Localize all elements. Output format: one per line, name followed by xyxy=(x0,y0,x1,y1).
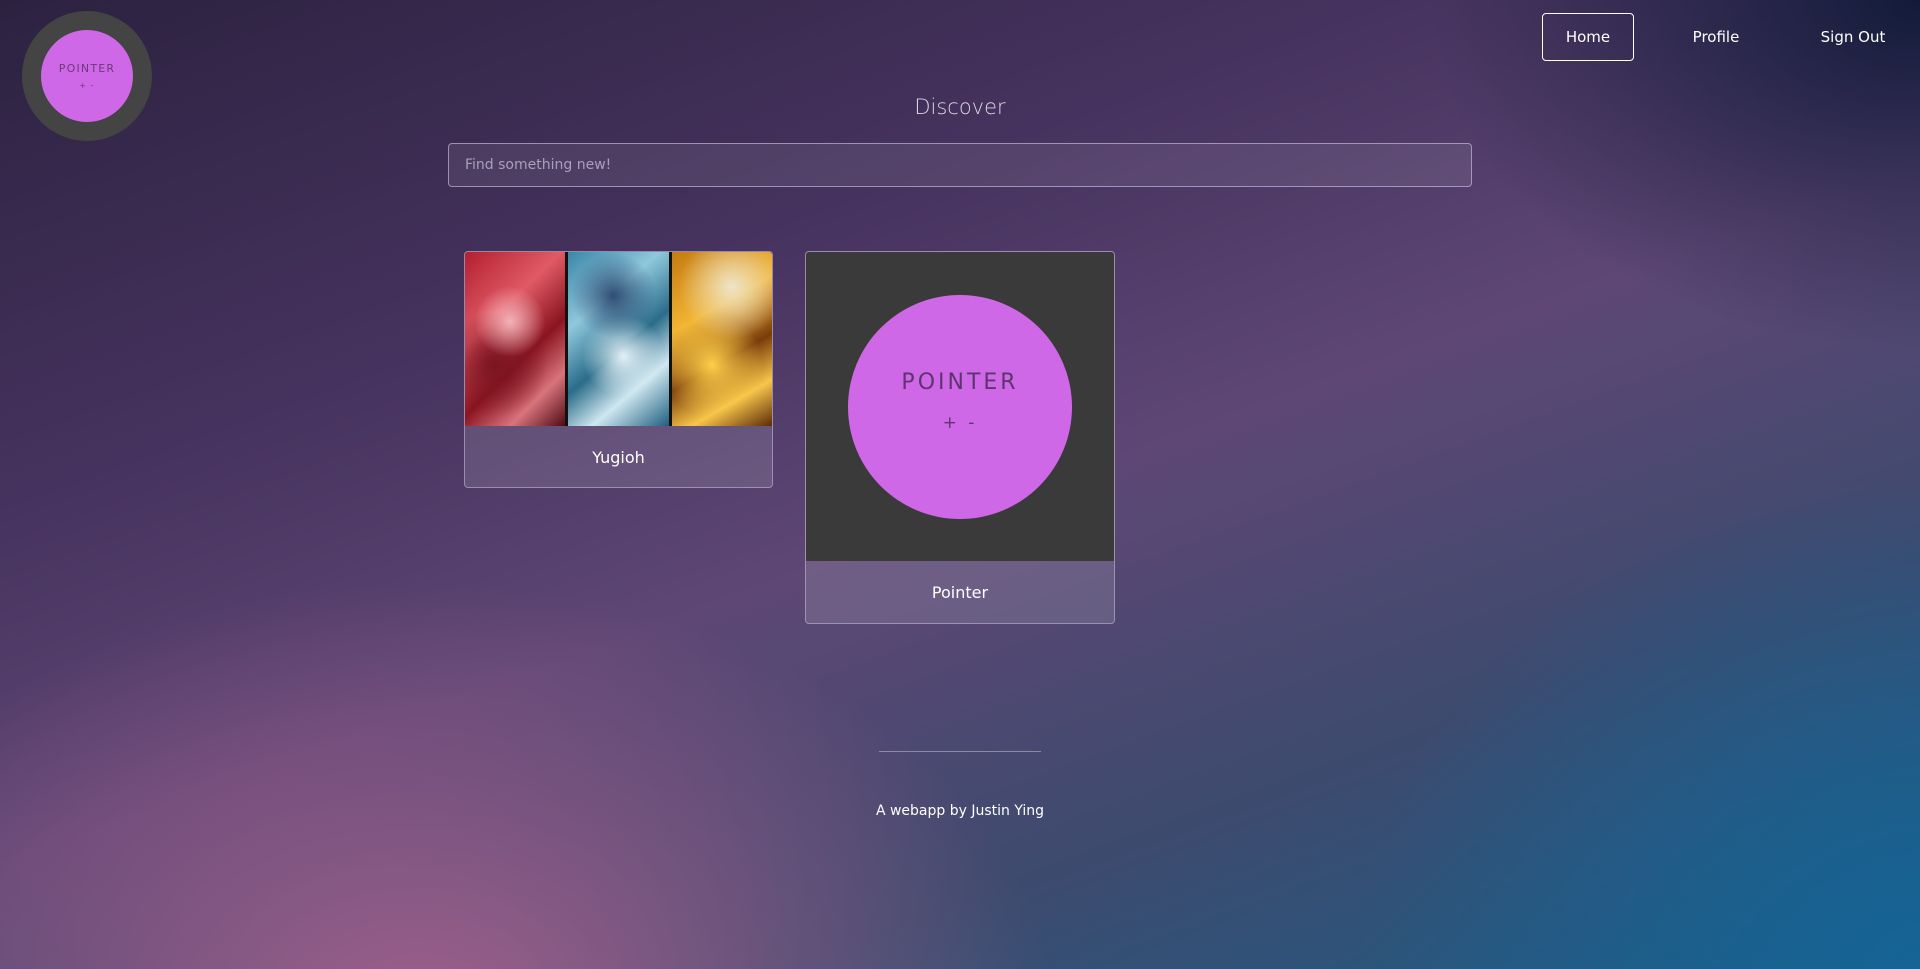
pointer-logo-symbols: + - xyxy=(942,413,978,433)
card-pointer[interactable]: POINTER + - Pointer xyxy=(805,251,1115,624)
logo-word: POINTER xyxy=(58,62,116,75)
footer-divider xyxy=(879,751,1041,752)
yugioh-image-panel-gold xyxy=(671,252,772,426)
pointer-logo-circle: POINTER + - xyxy=(848,294,1072,519)
card-label-pointer: Pointer xyxy=(931,582,989,602)
footer-credit: A webapp by Justin Ying xyxy=(875,803,1045,819)
card-label-yugioh: Yugioh xyxy=(592,447,645,467)
page-title: Discover xyxy=(914,95,1006,119)
card-yugioh[interactable]: Yugioh xyxy=(464,251,773,488)
nav-sign-out-link[interactable]: Sign Out xyxy=(1798,13,1908,61)
yugioh-image-panel-red xyxy=(465,252,569,426)
yugioh-image-panel-blue xyxy=(568,252,672,426)
top-nav: Home Profile Sign Out xyxy=(1542,13,1908,61)
logo-symbols: + - xyxy=(79,81,95,90)
nav-profile-link[interactable]: Profile xyxy=(1634,13,1798,61)
yugioh-card-image xyxy=(465,252,772,426)
pointer-logo-word: POINTER xyxy=(901,370,1019,395)
nav-home-button[interactable]: Home xyxy=(1542,13,1634,61)
pointer-card-image: POINTER + - xyxy=(806,252,1114,561)
search-input[interactable] xyxy=(448,143,1472,187)
logo[interactable]: POINTER + - xyxy=(22,11,152,141)
